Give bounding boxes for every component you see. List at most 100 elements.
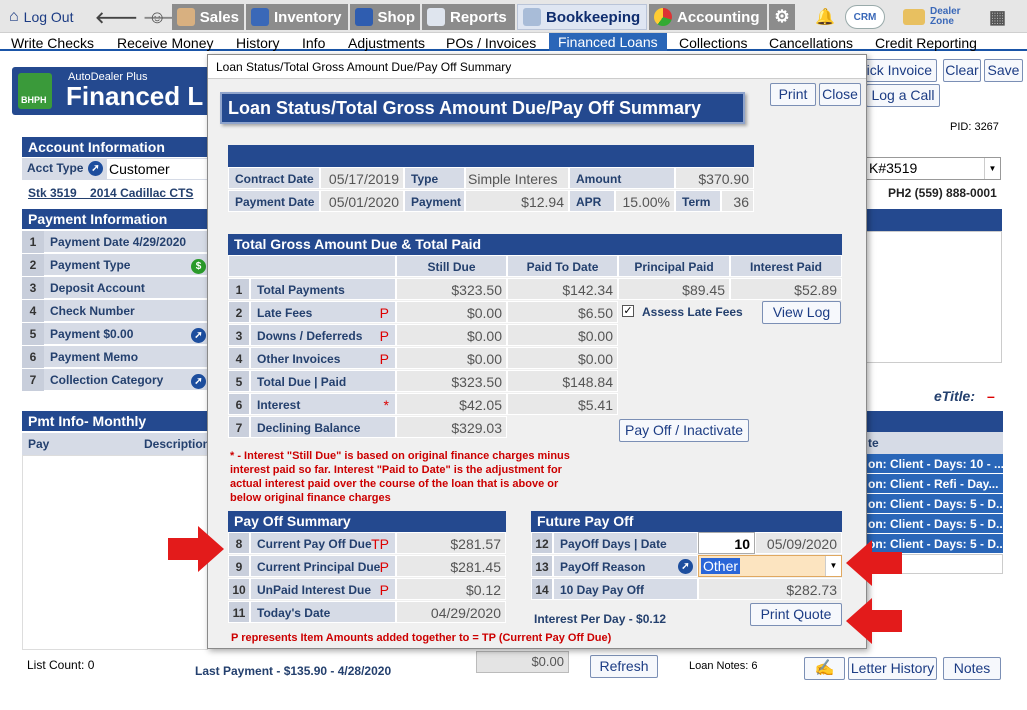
chevron-down-icon[interactable]: ▼: [825, 556, 841, 576]
pay-off-inactivate-button[interactable]: Pay Off / Inactivate: [619, 419, 749, 442]
row-number: 1: [228, 278, 250, 300]
payment-info-row[interactable]: 2 Payment Type: [22, 254, 207, 276]
row-number: 3: [228, 324, 250, 346]
nav-accounting[interactable]: Accounting: [649, 4, 767, 30]
payoff-reason-arrow-icon[interactable]: ➚: [678, 559, 693, 574]
stock-vehicle-link[interactable]: Stk 3519 2014 Cadillac CTS: [28, 186, 193, 200]
future-payoff-header: Future Pay Off: [531, 511, 842, 532]
nav-inventory[interactable]: Inventory: [246, 4, 348, 30]
print-quote-button[interactable]: Print Quote: [750, 603, 842, 626]
row-label: Interest: [257, 398, 301, 412]
paid-to-date-value: $142.34: [507, 278, 618, 300]
row-label: Payment Memo: [50, 350, 139, 364]
payment-info-row[interactable]: 6 Payment Memo: [22, 346, 207, 368]
user-face-icon[interactable]: ☺: [143, 4, 171, 30]
letter-history-button[interactable]: Letter History: [848, 657, 937, 680]
clear-button[interactable]: Clear: [943, 59, 981, 82]
gross-row-label: Declining Balance: [250, 416, 396, 438]
row-label: Collection Category: [50, 373, 164, 387]
stock-select[interactable]: K#3519 ▼: [866, 157, 1001, 180]
bottom-amount-field[interactable]: $0.00: [476, 651, 569, 673]
menu-pos-invoices[interactable]: POs / Invoices: [446, 35, 536, 51]
payment-info-row[interactable]: 7 Collection Category: [22, 369, 207, 391]
nav-reports[interactable]: Reports: [422, 4, 515, 30]
list-item[interactable]: on: Client - Refi - Day...: [866, 474, 1003, 494]
chevron-down-icon[interactable]: ▼: [984, 158, 1000, 179]
logout-button[interactable]: ⌂ Log Out: [4, 4, 79, 30]
payment-info-row[interactable]: 3 Deposit Account: [22, 277, 207, 299]
still-due-value: $0.00: [396, 324, 507, 346]
menu-collections[interactable]: Collections: [679, 35, 747, 51]
row-label: Current Principal Due: [257, 560, 381, 574]
contract-date-value: 05/17/2019: [320, 167, 404, 189]
pid-label: PID: 3267: [950, 121, 999, 133]
menu-financed-loans[interactable]: Financed Loans: [549, 33, 667, 51]
payoff-reason-select[interactable]: Other ▼: [698, 555, 842, 577]
collection-arrow-icon[interactable]: ➚: [191, 374, 206, 389]
payoff-row-label: UnPaid Interest Due P: [250, 578, 396, 600]
nav-sales[interactable]: Sales: [172, 4, 244, 30]
assess-late-fees-checkbox[interactable]: ✓: [622, 305, 634, 317]
row-label: Total Payments: [257, 283, 345, 297]
back-arrow-icon[interactable]: 🡐: [95, 7, 138, 28]
ten-day-payoff-label: 10 Day Pay Off: [553, 578, 698, 600]
page-logo-banner: BHPH AutoDealer Plus Financed L: [12, 67, 212, 115]
signature-pen-icon[interactable]: ✍: [804, 657, 845, 680]
menu-cancellations[interactable]: Cancellations: [769, 35, 853, 51]
calculator-icon[interactable]: ▦: [984, 4, 1011, 30]
payment-arrow-icon[interactable]: ➚: [191, 328, 206, 343]
acct-type-field[interactable]: Customer: [107, 159, 208, 179]
still-due-value: $323.50: [396, 370, 507, 392]
row-label: UnPaid Interest Due: [257, 583, 372, 597]
bell-icon[interactable]: 🔔: [810, 4, 840, 30]
right-panel: [866, 231, 1002, 363]
acct-type-arrow-icon[interactable]: ➚: [88, 161, 103, 176]
payment-info-row[interactable]: 5 Payment $0.00: [22, 323, 207, 345]
row-label: Payment Date 4/29/2020: [50, 235, 187, 249]
car-icon: [251, 8, 269, 26]
payment-info-row[interactable]: 1 Payment Date 4/29/2020: [22, 231, 207, 253]
type-value: Simple Interes: [465, 167, 569, 189]
still-due-value: $0.00: [396, 301, 507, 323]
gross-blank-header: [228, 255, 396, 277]
row-mark: P: [379, 328, 389, 344]
menu-history[interactable]: History: [236, 35, 280, 51]
nav-bookkeeping[interactable]: Bookkeeping: [517, 4, 647, 30]
dealer-zone-button[interactable]: Dealer Zone: [898, 4, 973, 30]
close-button[interactable]: Close: [819, 83, 861, 106]
list-item[interactable]: on: Client - Days: 5 - D...: [866, 514, 1003, 534]
row-number: 5: [22, 323, 44, 345]
row-label: Total Due | Paid: [257, 375, 347, 389]
quick-invoice-button[interactable]: ick Invoice: [860, 59, 937, 82]
gear-icon[interactable]: ⚙: [769, 4, 795, 30]
print-button[interactable]: Print: [770, 83, 816, 106]
notes-button[interactable]: Notes: [943, 657, 1001, 680]
paid-to-date-value: $148.84: [507, 370, 618, 392]
menu-adjustments[interactable]: Adjustments: [348, 35, 425, 51]
right-pmt-header: [866, 411, 1003, 432]
menu-credit-reporting[interactable]: Credit Reporting: [875, 35, 977, 51]
term-label: Term: [675, 190, 721, 212]
dollar-icon[interactable]: $: [191, 259, 206, 274]
apr-label: APR: [569, 190, 615, 212]
paid-to-date-value: $6.50: [507, 301, 618, 323]
nav-shop[interactable]: Shop: [350, 4, 420, 30]
list-item[interactable]: on: Client - Days: 5 - D...: [866, 494, 1003, 514]
menu-write-checks[interactable]: Write Checks: [11, 35, 94, 51]
still-due-value: $42.05: [396, 393, 507, 415]
menu-info[interactable]: Info: [302, 35, 325, 51]
payoff-days-input[interactable]: 10: [698, 532, 755, 554]
save-button[interactable]: Save: [984, 59, 1023, 82]
payoff-row-label: Current Pay Off Due TP: [250, 532, 396, 554]
refresh-button[interactable]: Refresh: [590, 655, 658, 678]
menu-receive-money[interactable]: Receive Money: [117, 35, 214, 51]
crm-button[interactable]: CRM: [845, 5, 885, 29]
payoff-row-label: Current Principal Due P: [250, 555, 396, 577]
payoff-days-label: PayOff Days | Date: [553, 532, 698, 554]
payment-info-row[interactable]: 4 Check Number: [22, 300, 207, 322]
view-log-button[interactable]: View Log: [762, 301, 841, 324]
pmt-table-header: Pay Description: [22, 433, 210, 455]
row-label: Late Fees: [257, 306, 313, 320]
log-call-button[interactable]: Log a Call: [866, 84, 940, 107]
list-item[interactable]: on: Client - Days: 10 - ...: [866, 454, 1003, 474]
